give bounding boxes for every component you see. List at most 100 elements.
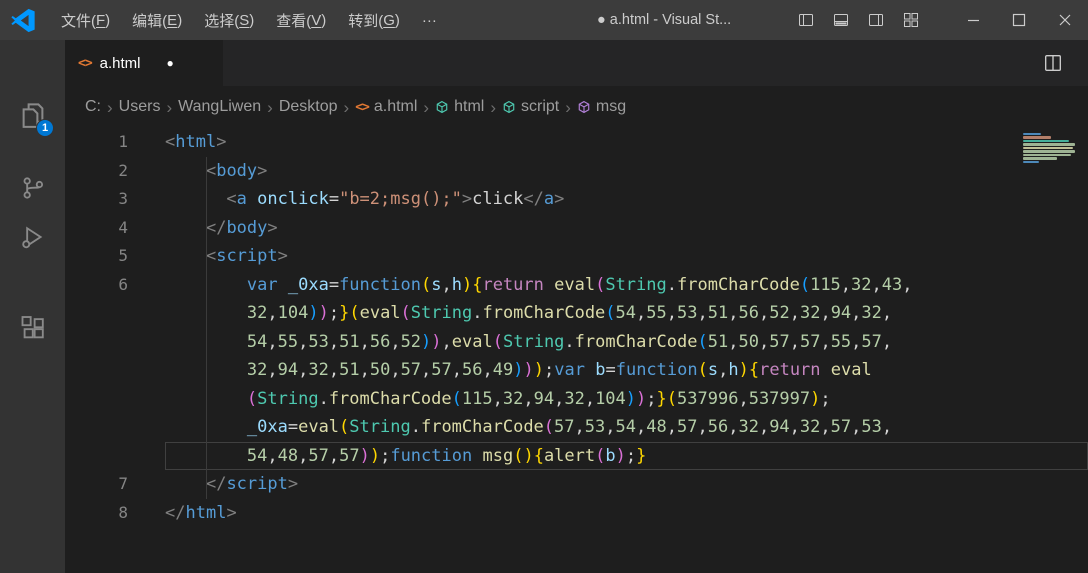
main-area: 1 <> a.html ● C: › Users › WangLiwen › D… bbox=[0, 40, 1088, 573]
html-file-icon: <> bbox=[78, 55, 93, 71]
minimap-line bbox=[1023, 150, 1075, 153]
menu-item[interactable]: 转到(G) bbox=[337, 0, 411, 40]
run-debug-icon bbox=[21, 226, 42, 249]
editor-area: <> a.html ● C: › Users › WangLiwen › Desktop › <… bbox=[65, 40, 1088, 573]
breadcrumb-item[interactable]: Desktop bbox=[279, 98, 338, 116]
code-rows: 1 <html> 2 <body> 3 <a onclick="b=2;msg();"… bbox=[65, 128, 1088, 527]
code-line[interactable]: 54,48,57,57));function msg(){alert(b);} bbox=[165, 441, 1088, 470]
breadcrumb-item[interactable]: script bbox=[502, 98, 559, 116]
menu-item[interactable]: 文件(F) bbox=[50, 0, 121, 40]
close-icon bbox=[1059, 14, 1071, 26]
activity-bar: 1 bbox=[0, 40, 65, 573]
code-line[interactable]: var _0xa=function(s,h){return eval(Strin… bbox=[165, 271, 1088, 300]
code-row: 4 </body> bbox=[65, 214, 1088, 243]
split-editor-button[interactable] bbox=[1044, 54, 1062, 72]
line-number[interactable]: 1 bbox=[65, 128, 165, 157]
breadcrumb-item[interactable]: msg bbox=[577, 98, 626, 116]
minimap-line bbox=[1023, 143, 1075, 146]
line-number[interactable]: 4 bbox=[65, 214, 165, 243]
breadcrumb-item[interactable]: <> a.html bbox=[355, 98, 417, 116]
code-row: (String.fromCharCode(115,32,94,32,104));… bbox=[65, 385, 1088, 414]
line-number[interactable]: 3 bbox=[65, 185, 165, 214]
menu-item[interactable]: 查看(V) bbox=[265, 0, 337, 40]
menu-item[interactable]: ··· bbox=[411, 0, 448, 40]
line-number[interactable] bbox=[65, 299, 165, 328]
customize-layout-button[interactable] bbox=[893, 0, 928, 40]
tab-a-html[interactable]: <> a.html ● bbox=[65, 40, 223, 86]
html-file-icon: <> bbox=[355, 99, 370, 115]
chevron-right-icon: › bbox=[565, 97, 571, 117]
code-line[interactable]: </html> bbox=[165, 499, 1088, 528]
breadcrumb-item[interactable]: Users bbox=[119, 98, 161, 116]
toggle-panel-button[interactable] bbox=[823, 0, 858, 40]
code-row: 54,55,53,51,56,52)),eval(String.fromChar… bbox=[65, 328, 1088, 357]
minimize-button[interactable] bbox=[950, 0, 996, 40]
minimap[interactable] bbox=[1023, 133, 1081, 164]
line-number[interactable] bbox=[65, 413, 165, 442]
close-button[interactable] bbox=[1042, 0, 1088, 40]
customize-layout-icon bbox=[903, 13, 918, 27]
menu-item[interactable]: 选择(S) bbox=[193, 0, 265, 40]
chevron-right-icon: › bbox=[107, 97, 113, 117]
code-row: 6 var _0xa=function(s,h){return eval(Str… bbox=[65, 271, 1088, 300]
modified-dot-icon[interactable]: ● bbox=[167, 56, 174, 70]
line-number[interactable] bbox=[65, 328, 165, 357]
sidebar-item-extensions[interactable] bbox=[0, 310, 65, 346]
tab-bar: <> a.html ● bbox=[65, 40, 1088, 86]
code-line[interactable]: 32,94,32,51,50,57,57,56,49)));var b=func… bbox=[165, 356, 1088, 385]
code-line[interactable]: 54,55,53,51,56,52)),eval(String.fromChar… bbox=[165, 328, 1088, 357]
code-line[interactable]: </body> bbox=[165, 214, 1088, 243]
breadcrumb-label: C: bbox=[85, 98, 101, 115]
menu-bar: 文件(F) 编辑(E) 选择(S) 查看(V) 转到(G) ··· bbox=[50, 0, 448, 40]
code-line[interactable]: <body> bbox=[165, 157, 1088, 186]
code-line[interactable]: </script> bbox=[165, 470, 1088, 499]
code-line[interactable]: <html> bbox=[165, 128, 1088, 157]
symbol-icon bbox=[502, 100, 516, 114]
breadcrumb-item[interactable]: C: bbox=[85, 98, 101, 116]
code-line[interactable]: (String.fromCharCode(115,32,94,32,104));… bbox=[165, 385, 1088, 414]
minimap-line bbox=[1023, 139, 1069, 143]
titlebar: 文件(F) 编辑(E) 选择(S) 查看(V) 转到(G) ··· ● a.html - … bbox=[0, 0, 1088, 40]
code-line[interactable]: <script> bbox=[165, 242, 1088, 271]
code-row: 1 <html> bbox=[65, 128, 1088, 157]
menu-item[interactable]: 编辑(E) bbox=[121, 0, 193, 40]
indent-guide bbox=[206, 156, 207, 499]
minimize-icon bbox=[967, 19, 979, 21]
editor-actions bbox=[1044, 40, 1062, 86]
code-row: 32,104));}(eval(String.fromCharCode(54,5… bbox=[65, 299, 1088, 328]
window-title: ● a.html - Visual St... bbox=[597, 12, 732, 28]
vscode-logo-icon bbox=[11, 8, 35, 32]
sidebar-item-run-debug[interactable] bbox=[0, 219, 65, 255]
breadcrumb-label: a.html bbox=[373, 98, 418, 115]
layout-panel-icon bbox=[833, 14, 848, 26]
breadcrumb-label: Desktop bbox=[278, 98, 338, 115]
line-number[interactable]: 2 bbox=[65, 157, 165, 186]
line-number[interactable] bbox=[65, 442, 165, 471]
minimap-line bbox=[1023, 146, 1073, 150]
line-number[interactable]: 7 bbox=[65, 470, 165, 499]
code-line[interactable]: _0xa=eval(String.fromCharCode(57,53,54,4… bbox=[165, 413, 1088, 442]
breadcrumb-item[interactable]: html bbox=[435, 98, 484, 116]
symbol-icon bbox=[435, 100, 449, 114]
chevron-right-icon: › bbox=[343, 97, 350, 117]
line-number[interactable]: 5 bbox=[65, 242, 165, 271]
sidebar-item-source-control[interactable] bbox=[0, 170, 65, 206]
code-line[interactable]: 32,104));}(eval(String.fromCharCode(54,5… bbox=[165, 299, 1088, 328]
maximize-button[interactable] bbox=[996, 0, 1042, 40]
line-number[interactable] bbox=[65, 385, 165, 414]
chevron-right-icon: › bbox=[490, 97, 496, 117]
line-number[interactable] bbox=[65, 356, 165, 385]
breadcrumb-label: msg bbox=[595, 98, 627, 115]
toggle-sidebar-left-button[interactable] bbox=[788, 0, 823, 40]
minimap-line bbox=[1023, 153, 1071, 157]
sidebar-item-explorer[interactable]: 1 bbox=[0, 97, 65, 137]
code-line[interactable]: <a onclick="b=2;msg();">click</a> bbox=[165, 185, 1088, 214]
breadcrumb: C: › Users › WangLiwen › Desktop › <> a.html › html… bbox=[65, 86, 1088, 128]
line-number[interactable]: 6 bbox=[65, 271, 165, 300]
line-number[interactable]: 8 bbox=[65, 499, 165, 528]
breadcrumb-item[interactable]: WangLiwen bbox=[178, 98, 261, 116]
layout-sidebar-left-icon bbox=[798, 14, 813, 26]
code-row: 5 <script> bbox=[65, 242, 1088, 271]
toggle-sidebar-right-button[interactable] bbox=[858, 0, 893, 40]
breadcrumb-label: WangLiwen bbox=[178, 98, 262, 115]
